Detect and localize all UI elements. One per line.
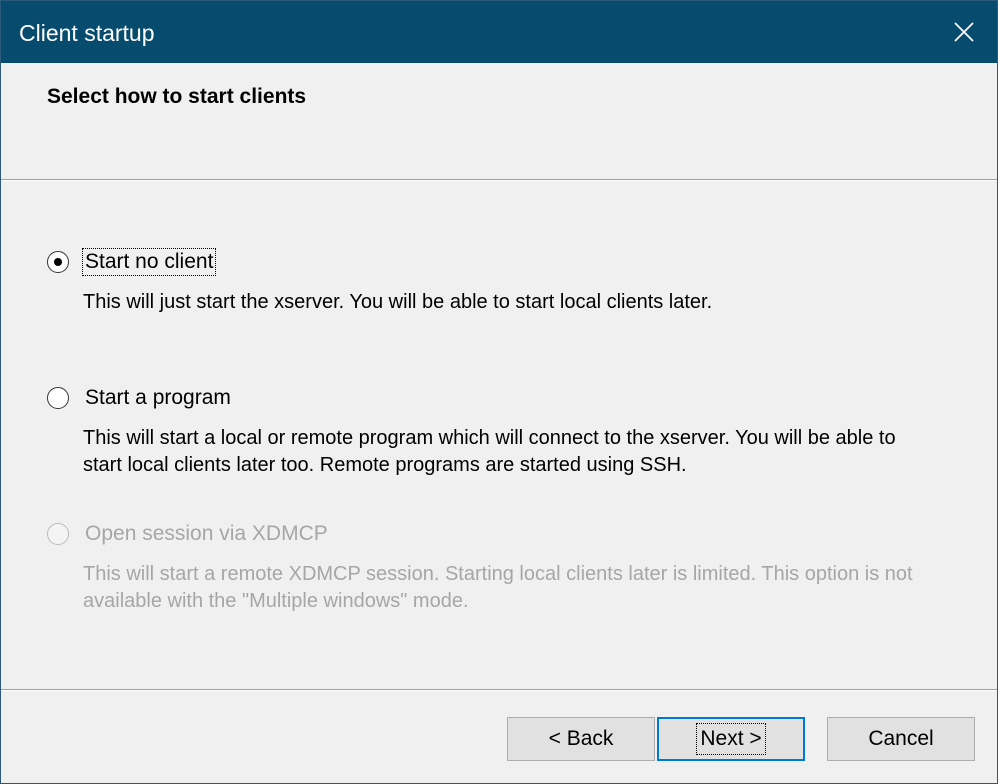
option-label: Open session via XDMCP (85, 522, 328, 545)
option-description: This will start a remote XDMCP session. … (83, 563, 913, 612)
back-button-label: < Back (548, 727, 614, 750)
option-xdmcp: Open session via XDMCP This will start a… (47, 519, 933, 615)
close-button[interactable] (931, 1, 997, 63)
cancel-button[interactable]: Cancel (827, 717, 975, 761)
close-icon (954, 22, 974, 42)
option-label[interactable]: Start a program (83, 385, 233, 411)
option-start-program[interactable]: Start a program This will start a local … (47, 383, 933, 479)
radio-start-no-client[interactable] (47, 251, 69, 273)
footer-divider (1, 689, 997, 691)
header-divider (1, 179, 997, 181)
next-button-label: Next > (696, 723, 766, 755)
next-button[interactable]: Next > (657, 717, 805, 761)
option-description: This will just start the xserver. You wi… (83, 291, 713, 313)
page-title: Select how to start clients (47, 85, 307, 108)
title-bar[interactable]: Client startup (1, 1, 997, 63)
window-title: Client startup (19, 20, 155, 46)
option-label[interactable]: Start no client (81, 248, 217, 276)
radio-xdmcp (47, 523, 69, 545)
header-panel: Select how to start clients (1, 63, 997, 179)
option-description: This will start a local or remote progra… (83, 427, 896, 476)
back-button[interactable]: < Back (507, 717, 655, 761)
option-start-no-client[interactable]: Start no client This will just start the… (47, 247, 933, 316)
client-startup-dialog: Client startup Select how to start clien… (0, 0, 998, 784)
cancel-button-label: Cancel (868, 727, 934, 750)
radio-start-program[interactable] (47, 387, 69, 409)
